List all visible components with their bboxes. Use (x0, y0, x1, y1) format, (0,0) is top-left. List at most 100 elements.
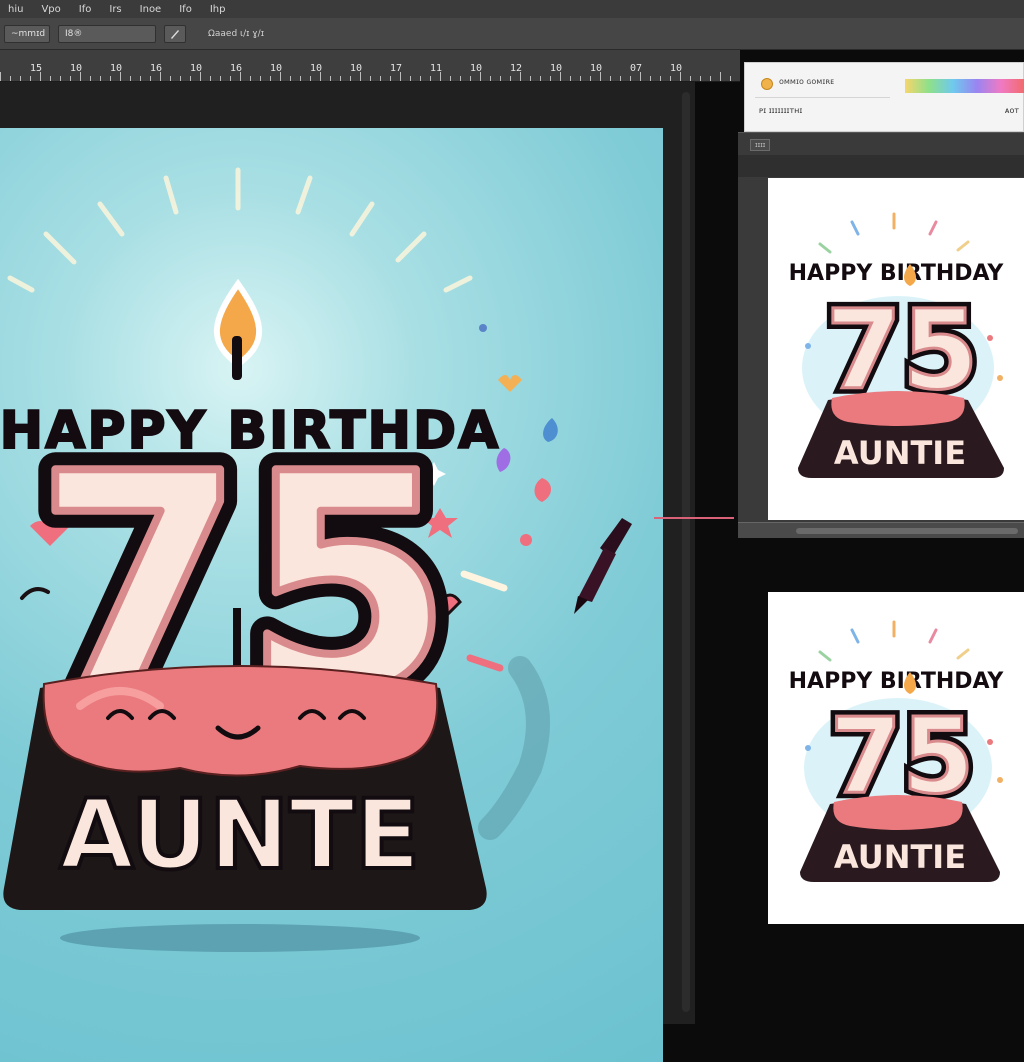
ruler-tick (560, 72, 561, 81)
ruler-tick (370, 76, 371, 81)
ruler-tick (120, 72, 121, 81)
ruler-tick (680, 72, 681, 81)
ruler-tick (430, 76, 431, 81)
preview-thumbnail-1[interactable]: HAPPY BIRTHDAY 75 75 AUNTIE (768, 178, 1024, 520)
ruler-tick (440, 72, 441, 81)
thumbnail-2-name: AUNTIE (834, 838, 966, 876)
menu-item[interactable]: Ⅰrs (109, 4, 121, 15)
main-artwork: HAPPY BIRTHDA 75 75 AUNTE (0, 167, 632, 952)
ruler-tick (80, 72, 81, 81)
ruler-tick (590, 76, 591, 81)
options-bar: ~mmɪd Ⅰ8® Ωaaed ɩ/ɪ ɣ/ɪ (0, 18, 1024, 50)
artboard-main[interactable]: HAPPY BIRTHDA 75 75 AUNTE (0, 128, 663, 1062)
ruler-tick (630, 76, 631, 81)
ruler-tick (230, 76, 231, 81)
tool-preset-picker[interactable]: ~mmɪd (4, 24, 50, 43)
ruler-tick (700, 76, 701, 81)
ruler-tick (520, 72, 521, 81)
color-spectrum[interactable] (905, 79, 1024, 93)
ruler-tick (380, 76, 381, 81)
canvas-workspace[interactable]: HAPPY BIRTHDA 75 75 AUNTE (0, 82, 695, 1062)
ruler-tick (540, 76, 541, 81)
ruler-tick (670, 76, 671, 81)
color-swatch[interactable] (761, 78, 773, 90)
ruler-tick (620, 76, 621, 81)
ruler-tick (180, 76, 181, 81)
horizontal-ruler: 15 10 10 16 10 16 10 10 10 17 11 10 12 10 10 07 10 (0, 50, 740, 82)
ruler-tick (0, 72, 1, 81)
tool-preset-label: ~mmɪd (11, 28, 46, 39)
ruler-tick (720, 72, 721, 81)
ruler-tick (650, 76, 651, 81)
ruler-tick (710, 76, 711, 81)
ruler-tick (240, 72, 241, 81)
ruler-tick (690, 76, 691, 81)
ruler-tick (220, 76, 221, 81)
ruler-tick (130, 76, 131, 81)
vertical-scrollbar[interactable] (682, 92, 690, 1012)
ruler-tick (360, 72, 361, 81)
thumbnail-2-headline: HAPPY BIRTHDAY (789, 669, 1005, 694)
ruler-tick (570, 76, 571, 81)
ruler-tick (660, 76, 661, 81)
ruler-tick (140, 76, 141, 81)
ruler-tick (310, 76, 311, 81)
thumbnail-2-artwork: HAPPY BIRTHDAY 75 75 AUNTIE (789, 620, 1005, 882)
ruler-tick (280, 72, 281, 81)
menu-item[interactable]: Ⅰfo (79, 4, 92, 15)
mode-label: Ωaaed ɩ/ɪ ɣ/ɪ (208, 28, 265, 39)
color-panel: ᴏᴍᴍɪᴏ ɢᴏᴍɪʀᴇ ᴘɪ ɪɪɪɪɪɪɪᴛʜɪ ᴀᴏᴛ (744, 62, 1024, 132)
menu-item[interactable]: Ⅰnoe (140, 4, 162, 15)
ruler-tick (460, 76, 461, 81)
ruler-tick (390, 76, 391, 81)
menu-item[interactable]: hiu (8, 4, 23, 15)
ruler-tick (150, 76, 151, 81)
preview-thumbnail-2[interactable]: HAPPY BIRTHDAY 75 75 AUNTIE (768, 592, 1024, 924)
brush-toggle[interactable] (164, 24, 186, 43)
ruler-tick (260, 76, 261, 81)
ruler-tick (330, 76, 331, 81)
ruler-tick (500, 76, 501, 81)
ruler-tick (160, 72, 161, 81)
menu-item[interactable]: Ⅰhp (210, 4, 226, 15)
ruler-tick (320, 72, 321, 81)
panel-tab-label: ɪɪɪɪ (755, 141, 766, 149)
tool-option-value: Ⅰ8® (65, 28, 83, 39)
brush-icon (171, 29, 179, 39)
horizontal-scrollbar[interactable] (796, 528, 1018, 534)
ruler-tick (580, 76, 581, 81)
ruler-tick (190, 76, 191, 81)
ruler-tick (250, 76, 251, 81)
ruler-tick (480, 72, 481, 81)
ruler-tick (300, 76, 301, 81)
ruler-tick (50, 76, 51, 81)
ruler-tick (640, 72, 641, 81)
ruler-tick (10, 76, 11, 81)
ruler-tick (100, 76, 101, 81)
ruler-tick (270, 76, 271, 81)
menu-item[interactable]: Ⅴpo (41, 4, 60, 15)
ruler-tick (350, 76, 351, 81)
ruler-tick (110, 76, 111, 81)
ruler-tick (410, 76, 411, 81)
thumbnail-1-name: AUNTIE (834, 434, 966, 472)
ruler-tick (210, 76, 211, 81)
ruler-tick (550, 76, 551, 81)
main-name-text: AUNTE (60, 779, 421, 891)
ruler-tick (730, 76, 731, 81)
ruler-tick (400, 72, 401, 81)
panel-label-right: ᴀᴏᴛ (1004, 106, 1019, 115)
ruler-tick (20, 76, 21, 81)
tool-option-field[interactable]: Ⅰ8® (58, 24, 156, 43)
ruler-tick (30, 76, 31, 81)
ruler-tick (530, 76, 531, 81)
panel-label-left: ᴘɪ ɪɪɪɪɪɪɪᴛʜɪ (759, 106, 803, 115)
thumbnail-1-headline: HAPPY BIRTHDAY (789, 261, 1005, 286)
menu-item[interactable]: Ⅰfo (179, 4, 192, 15)
ruler-tick (70, 76, 71, 81)
panel-tab[interactable]: ɪɪɪɪ (750, 139, 771, 151)
ruler-tick (60, 76, 61, 81)
thumbnail-1-artwork: HAPPY BIRTHDAY 75 75 AUNTIE (789, 212, 1005, 478)
panel-header (738, 155, 1024, 177)
ruler-tick (170, 76, 171, 81)
